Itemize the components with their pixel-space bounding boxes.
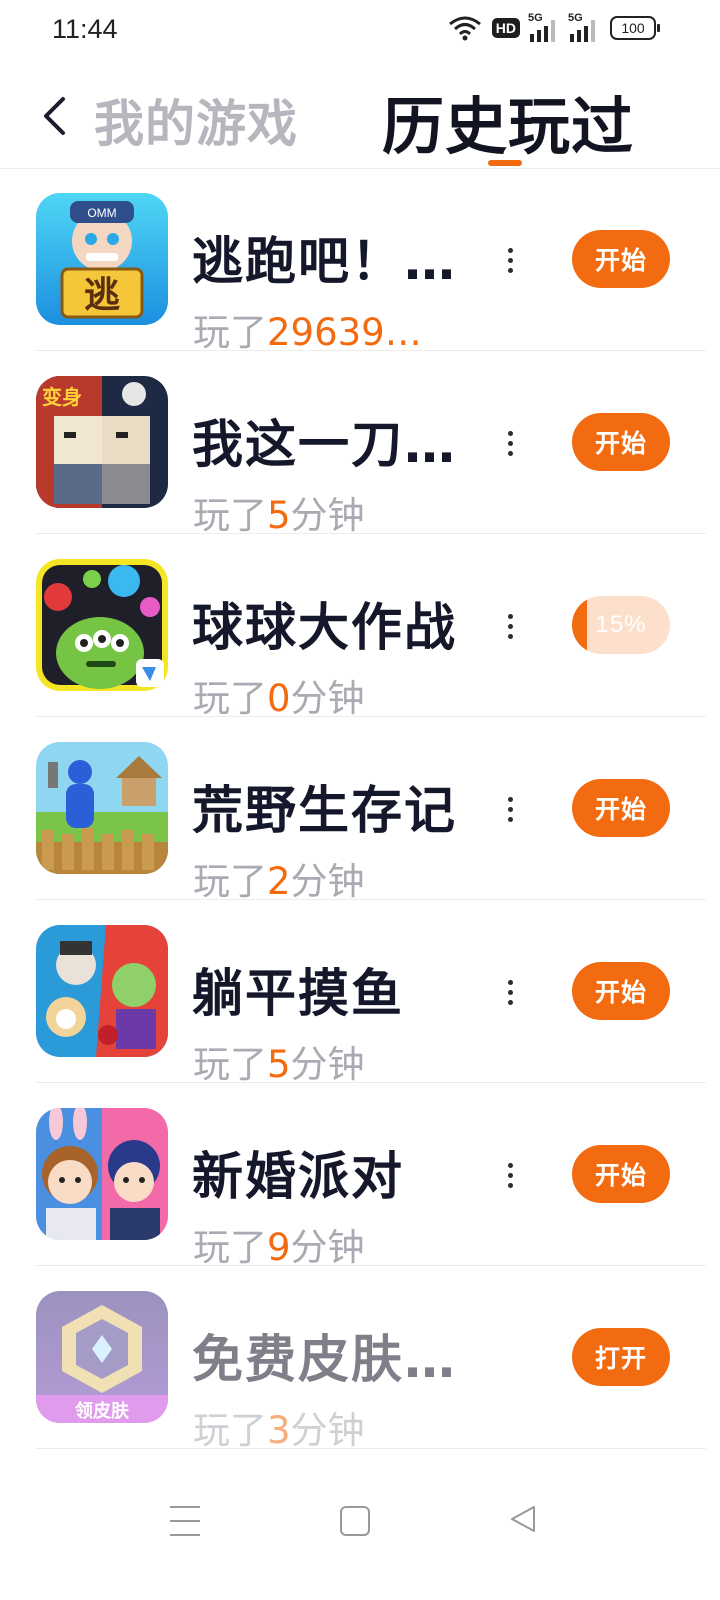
- game-title: 我这一刀…: [192, 416, 458, 475]
- open-button[interactable]: 打开: [572, 1328, 670, 1386]
- played-duration: 玩了3分钟: [193, 1409, 365, 1452]
- tab-my-games[interactable]: 我的游戏: [94, 84, 298, 156]
- battery-icon: 100: [610, 16, 660, 40]
- played-duration: 玩了5分钟: [193, 494, 365, 537]
- game-row[interactable]: 变身 我这一刀… 玩了5分钟 开始: [0, 351, 720, 537]
- game-row[interactable]: 荒野生存记 玩了2分钟 开始: [0, 717, 720, 903]
- status-bar: 11:44 HD 5G 5G 100: [0, 0, 720, 62]
- game-title: 免费皮肤…: [192, 1331, 458, 1390]
- game-row[interactable]: 躺平摸鱼 玩了5分钟 开始: [0, 900, 720, 1086]
- start-button[interactable]: 开始: [572, 962, 670, 1020]
- ball-battle-game-icon[interactable]: [36, 559, 168, 691]
- more-options-icon[interactable]: [496, 787, 524, 831]
- game-title: 逃跑吧！…: [192, 233, 458, 292]
- more-options-icon[interactable]: [496, 238, 524, 282]
- free-skin-app-icon[interactable]: 领皮肤: [36, 1291, 168, 1423]
- back-triangle-icon[interactable]: [508, 1504, 538, 1534]
- hd-voice-badge: HD: [491, 18, 520, 38]
- chevron-left-icon: [44, 97, 65, 135]
- game-row[interactable]: 领皮肤 免费皮肤… 玩了3分钟 打开: [0, 1266, 720, 1452]
- played-duration: 玩了5分钟: [193, 1043, 365, 1086]
- start-button[interactable]: 开始: [572, 779, 670, 837]
- wild-survival-game-icon[interactable]: [36, 742, 168, 874]
- game-title: 躺平摸鱼: [192, 965, 405, 1024]
- svg-text:OMM: OMM: [87, 206, 116, 220]
- game-row[interactable]: 球球大作战 玩了0分钟 15%: [0, 534, 720, 720]
- tab-history-played[interactable]: 历史玩过: [382, 76, 634, 166]
- back-button[interactable]: [30, 90, 78, 142]
- played-duration: 玩了0分钟: [193, 677, 365, 720]
- status-icons: HD 5G 5G 100: [448, 12, 660, 42]
- played-duration: 玩了2分钟: [193, 860, 365, 903]
- game-list: OMM 逃 逃跑吧！… 玩了29639… 开始 变身 我这一刀… 玩了5分钟 开…: [0, 168, 720, 1452]
- start-button[interactable]: 开始: [572, 413, 670, 471]
- menu-icon[interactable]: [170, 1506, 200, 1536]
- download-progress-button[interactable]: 15%: [572, 596, 670, 654]
- played-duration: 玩了29639…: [193, 311, 422, 354]
- header: 我的游戏 历史玩过: [0, 62, 720, 169]
- more-options-icon[interactable]: [496, 421, 524, 465]
- svg-text:领皮肤: 领皮肤: [75, 1400, 130, 1422]
- progress-fill: [572, 596, 587, 654]
- lie-flat-game-icon[interactable]: [36, 925, 168, 1057]
- divider: [36, 1448, 706, 1449]
- blade-game-icon[interactable]: 变身: [36, 376, 168, 508]
- escape-game-icon[interactable]: OMM 逃: [36, 193, 168, 325]
- svg-text:变身: 变身: [42, 385, 82, 409]
- start-button[interactable]: 开始: [572, 230, 670, 288]
- game-title: 荒野生存记: [192, 782, 458, 841]
- home-icon[interactable]: [340, 1506, 370, 1536]
- game-row[interactable]: 新婚派对 玩了9分钟 开始: [0, 1083, 720, 1269]
- wifi-icon: [448, 16, 481, 41]
- wedding-party-game-icon[interactable]: [36, 1108, 168, 1240]
- more-options-icon[interactable]: [496, 604, 524, 648]
- start-button[interactable]: 开始: [572, 1145, 670, 1203]
- system-navigation-bar: [0, 1478, 720, 1568]
- svg-text:逃: 逃: [84, 275, 120, 316]
- more-options-icon[interactable]: [496, 1153, 524, 1197]
- game-title: 新婚派对: [192, 1148, 405, 1207]
- signal-icon-sim2: 5G: [568, 12, 600, 42]
- signal-icon-sim1: 5G: [528, 12, 560, 42]
- status-time: 11:44: [52, 14, 118, 44]
- progress-percent: 15%: [595, 611, 647, 638]
- game-row[interactable]: OMM 逃 逃跑吧！… 玩了29639… 开始: [0, 168, 720, 354]
- game-title: 球球大作战: [192, 599, 458, 658]
- active-tab-indicator: [488, 160, 522, 166]
- played-duration: 玩了9分钟: [193, 1226, 365, 1269]
- more-options-icon[interactable]: [496, 970, 524, 1014]
